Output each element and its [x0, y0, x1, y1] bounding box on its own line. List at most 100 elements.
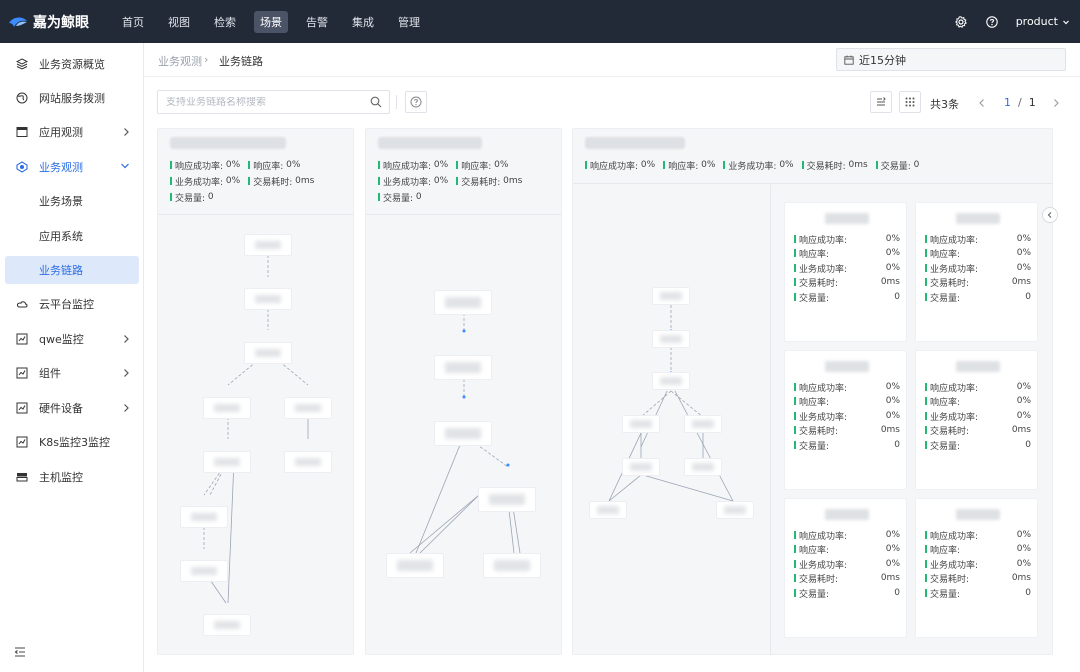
metric-biz-success: 业务成功率: 0% [723, 159, 794, 172]
node-metric-card[interactable]: 响应成功率: 0% 响应率: 0% 业务成功率: 0% 交易耗时: 0ms 交易量: 0 [784, 202, 907, 342]
sidebar-item-qwe-monitor[interactable]: qwe监控 [5, 325, 139, 353]
topology-node[interactable] [434, 290, 492, 315]
topology-node[interactable] [622, 458, 660, 476]
sidebar-item-host-monitor[interactable]: 主机监控 [5, 463, 139, 491]
topology-node[interactable] [244, 288, 292, 310]
node-metric-card[interactable]: 响应成功率: 0% 响应率: 0% 业务成功率: 0% 交易耗时: 0ms 交易量: 0 [915, 202, 1038, 342]
topology-node[interactable] [180, 560, 228, 582]
search-input[interactable] [166, 96, 356, 108]
topology-node[interactable] [244, 342, 292, 364]
metric-biz-success: 业务成功率: 0% [378, 175, 448, 188]
brand-logo[interactable]: 嘉为鲸眼 [8, 12, 108, 32]
topology-node[interactable] [203, 614, 251, 636]
topology-node[interactable] [203, 451, 251, 473]
user-name: product [1015, 15, 1058, 28]
breadcrumb-bar: 业务观测 › 业务链路 近15分钟 [144, 43, 1080, 77]
card-title [825, 361, 869, 372]
node-metric-card[interactable]: 响应成功率: 0% 响应率: 0% 业务成功率: 0% 交易耗时: 0ms 交易量: 0 [915, 498, 1038, 638]
current-page[interactable]: 1 [1004, 96, 1011, 109]
sidebar-item-biz-scene[interactable]: 业务场景 [5, 187, 139, 215]
topology-node[interactable] [622, 415, 660, 433]
server-icon [16, 471, 28, 483]
app-window-icon [16, 126, 28, 138]
topology-node[interactable] [684, 415, 722, 433]
chain-panel-1[interactable]: 响应成功率: 0% 响应率: 0% 业务成功率: 0% 交易耗时: 0ms 交易… [157, 128, 354, 655]
nav-integration[interactable]: 集成 [346, 11, 380, 33]
sidebar-item-biz-observe[interactable]: 业务观测 [5, 153, 139, 181]
nav-search[interactable]: 检索 [208, 11, 242, 33]
sidebar-item-resource-overview[interactable]: 业务资源概览 [5, 50, 139, 78]
node-metric-card[interactable]: 响应成功率: 0% 响应率: 0% 业务成功率: 0% 交易耗时: 0ms 交易量: 0 [784, 498, 907, 638]
nav-manage[interactable]: 管理 [392, 11, 426, 33]
node-metric-card[interactable]: 响应成功率: 0% 响应率: 0% 业务成功率: 0% 交易耗时: 0ms 交易量: 0 [915, 350, 1038, 490]
topology-graph-3 [608, 305, 734, 502]
sidebar-item-cloud-monitor[interactable]: 云平台监控 [5, 290, 139, 318]
metric-volume: 交易量: 0 [378, 191, 422, 204]
top-nav: 首页 视图 检索 场景 告警 集成 管理 [116, 10, 438, 33]
main-content: 共3条 1 / 1 响应成功率: 0% 响应率: 0% 业务成功率: 0% 交易… [144, 77, 1080, 672]
chevron-down-icon [121, 163, 129, 169]
help-icon[interactable] [985, 15, 999, 29]
panel-header: 响应成功率: 0% 响应率: 0% 业务成功率: 0% 交易耗时: 0ms 交易… [366, 129, 561, 215]
search-icon[interactable] [370, 96, 382, 108]
topology-node[interactable] [434, 355, 492, 380]
chart-icon [16, 367, 28, 379]
eye-logo-icon [9, 16, 27, 27]
chart-icon [16, 436, 28, 448]
prev-page-icon[interactable] [978, 98, 986, 108]
topology-node[interactable] [284, 451, 332, 473]
sidebar-item-k8s-monitor[interactable]: K8s监控3监控 [5, 428, 139, 456]
nav-alert[interactable]: 告警 [300, 11, 334, 33]
metric-volume: 交易量: 0 [875, 159, 919, 172]
topology-node[interactable] [652, 287, 690, 305]
topology-node[interactable] [434, 421, 492, 446]
panel-divider [770, 185, 771, 655]
topology-node[interactable] [180, 506, 228, 528]
nav-scene[interactable]: 场景 [254, 10, 288, 33]
chart-icon [16, 333, 28, 345]
topology-node[interactable] [716, 501, 754, 519]
target-icon [16, 161, 28, 173]
nav-view[interactable]: 视图 [162, 11, 196, 33]
total-count: 共3条 [930, 98, 959, 111]
grid-view-button[interactable] [899, 91, 921, 113]
collapse-panel-button[interactable] [1042, 207, 1058, 223]
next-page-icon[interactable] [1052, 98, 1060, 108]
sidebar-item-components[interactable]: 组件 [5, 359, 139, 387]
sidebar-item-site-probe[interactable]: 网站服务拨测 [5, 84, 139, 112]
topology-node[interactable] [589, 501, 627, 519]
topology-node[interactable] [483, 553, 541, 578]
topology-node[interactable] [386, 553, 444, 578]
sort-button[interactable] [870, 91, 892, 113]
gear-icon[interactable] [954, 15, 968, 29]
nav-home[interactable]: 首页 [116, 11, 150, 33]
topology-node[interactable] [244, 234, 292, 256]
panel-title [170, 137, 286, 149]
help-button[interactable] [405, 91, 427, 113]
chain-panel-2[interactable]: 响应成功率: 0% 响应率: 0% 业务成功率: 0% 交易耗时: 0ms 交易… [365, 128, 562, 655]
topology-node[interactable] [652, 372, 690, 390]
collapse-sidebar-icon[interactable] [14, 646, 26, 658]
card-title [825, 509, 869, 520]
sidebar-item-app-system[interactable]: 应用系统 [5, 222, 139, 250]
search-box[interactable] [157, 90, 390, 114]
time-range-picker[interactable]: 近15分钟 [836, 48, 1066, 71]
breadcrumb-current: 业务链路 [219, 55, 263, 68]
user-menu[interactable]: product [1016, 15, 1070, 28]
topology-node[interactable] [284, 397, 332, 419]
topology-node[interactable] [478, 487, 536, 512]
metric-latency: 交易耗时: 0ms [801, 159, 868, 172]
sidebar-item-app-observe[interactable]: 应用观测 [5, 118, 139, 146]
breadcrumb-parent[interactable]: 业务观测 [158, 53, 202, 69]
topology-node[interactable] [684, 458, 722, 476]
node-metric-card[interactable]: 响应成功率: 0% 响应率: 0% 业务成功率: 0% 交易耗时: 0ms 交易量: 0 [784, 350, 907, 490]
sidebar-item-hardware[interactable]: 硬件设备 [5, 394, 139, 422]
sidebar-item-biz-chain[interactable]: 业务链路 [5, 256, 139, 284]
grid-icon [905, 97, 915, 107]
metric-resp: 响应率: 0% [456, 159, 508, 172]
metric-resp-success: 响应成功率: 0% [170, 159, 240, 172]
topology-node[interactable] [652, 330, 690, 348]
card-title [956, 213, 1000, 224]
topology-node[interactable] [203, 397, 251, 419]
chain-panel-3[interactable]: 响应成功率: 0% 响应率: 0% 业务成功率: 0% 交易耗时: 0ms 交易… [572, 128, 1053, 655]
